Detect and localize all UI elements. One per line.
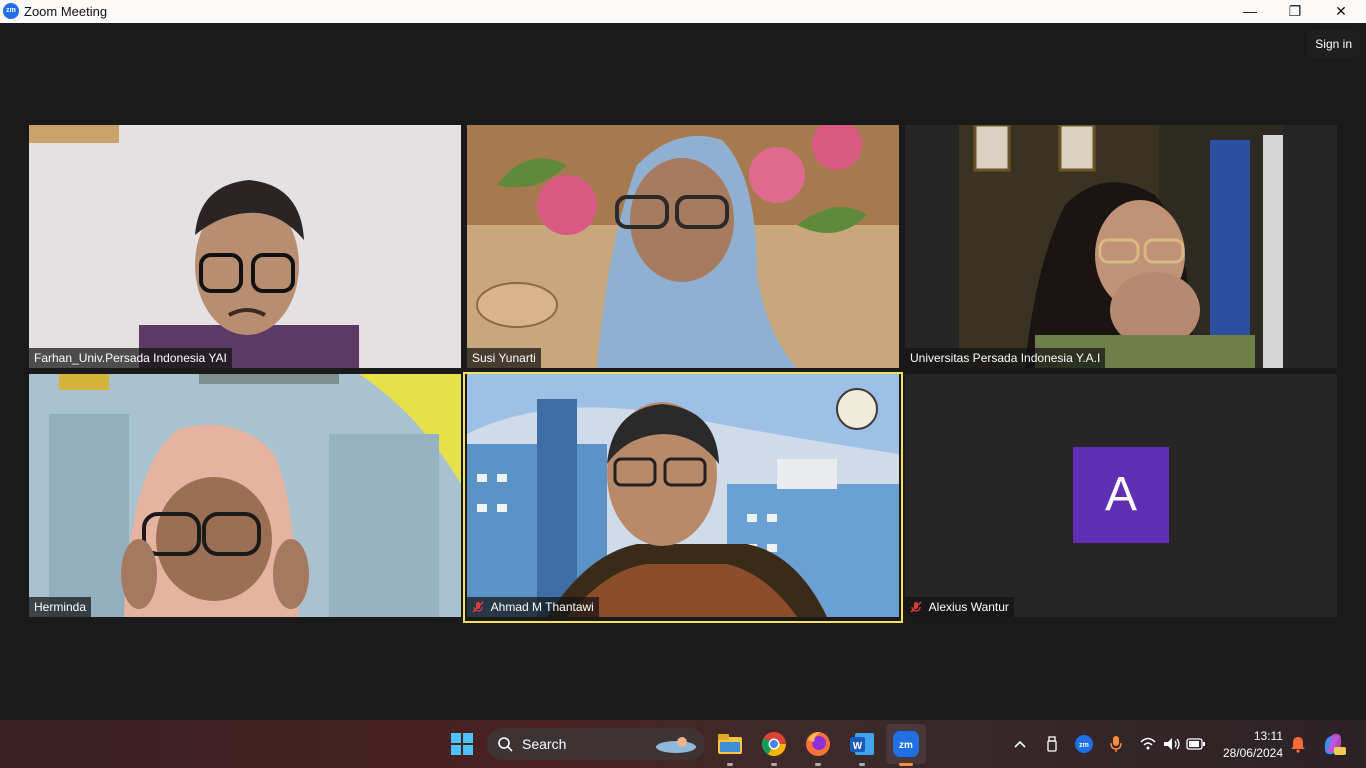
zoom-app-icon: zm — [3, 3, 19, 19]
maximize-button[interactable]: ❐ — [1272, 0, 1318, 23]
participant-name-tag: Ahmad M Thantawi — [467, 597, 599, 617]
sign-in-button[interactable]: Sign in — [1307, 31, 1360, 57]
participant-name: Universitas Persada Indonesia Y.A.I — [905, 348, 1106, 368]
explorer-running-indicator — [727, 763, 733, 766]
participant-name: Alexius Wantur — [928, 600, 1009, 614]
zoom-tray-icon[interactable]: zm — [1074, 734, 1094, 754]
battery-icon[interactable] — [1186, 737, 1206, 751]
meeting-area: Sign in Farhan_Univ.Persada Indonesia YA… — [0, 23, 1366, 720]
wifi-icon[interactable] — [1139, 735, 1157, 753]
usb-device-icon[interactable] — [1044, 735, 1060, 753]
clock-time[interactable]: 13:11 — [1216, 729, 1283, 743]
video-tile-herminda[interactable]: Herminda — [29, 374, 461, 617]
svg-text:zm: zm — [1079, 742, 1089, 749]
window-title: Zoom Meeting — [24, 4, 108, 19]
muted-mic-icon — [472, 601, 484, 613]
participant-video — [905, 125, 1337, 368]
word-icon[interactable]: W — [846, 728, 878, 760]
video-tile-susi[interactable]: Susi Yunarti — [467, 125, 899, 368]
participant-avatar: A — [1073, 447, 1169, 543]
participant-name-tag: Alexius Wantur — [905, 597, 1014, 617]
participant-video — [467, 125, 899, 368]
search-label: Search — [522, 736, 567, 752]
video-tile-ahmad[interactable]: Ahmad M Thantawi — [467, 374, 899, 617]
video-tile-farhan[interactable]: Farhan_Univ.Persada Indonesia YAI — [29, 125, 461, 368]
copilot-icon[interactable] — [1320, 731, 1346, 757]
microphone-icon[interactable] — [1108, 734, 1124, 754]
participant-video — [29, 125, 461, 368]
firefox-icon[interactable] — [802, 728, 834, 760]
svg-text:W: W — [853, 741, 863, 752]
search-highlight-illustration-icon — [656, 737, 696, 753]
svg-text:zm: zm — [899, 740, 913, 751]
clock-date[interactable]: 28/06/2024 — [1216, 746, 1283, 760]
participant-name: Farhan_Univ.Persada Indonesia YAI — [29, 348, 232, 368]
zoom-running-indicator — [899, 763, 913, 766]
word-running-indicator — [859, 763, 865, 766]
taskbar: Search W zm zm 13:11 28/06/2024 — [0, 720, 1366, 768]
participant-name: Ahmad M Thantawi — [490, 600, 594, 614]
video-tile-alexius[interactable]: A Alexius Wantur — [905, 374, 1337, 617]
taskbar-search-box[interactable]: Search — [487, 728, 705, 760]
notification-bell-icon[interactable] — [1290, 735, 1306, 753]
participant-name: Susi Yunarti — [467, 348, 541, 368]
chrome-icon[interactable] — [758, 728, 790, 760]
firefox-running-indicator — [815, 763, 821, 766]
participant-name: Herminda — [29, 597, 92, 617]
minimize-button[interactable]: — — [1227, 0, 1273, 23]
file-explorer-icon[interactable] — [714, 728, 746, 760]
search-icon — [498, 737, 513, 752]
windows-start-icon[interactable] — [446, 728, 478, 760]
close-button[interactable]: ✕ — [1318, 0, 1364, 23]
title-bar: zm Zoom Meeting — ❐ ✕ — [0, 0, 1366, 23]
zoom-taskbar-icon[interactable]: zm — [890, 728, 922, 760]
muted-mic-icon — [910, 601, 922, 613]
chrome-running-indicator — [771, 763, 777, 766]
chevron-up-icon[interactable] — [1012, 736, 1028, 752]
volume-icon[interactable] — [1162, 735, 1182, 753]
video-tile-universitas[interactable]: Universitas Persada Indonesia Y.A.I — [905, 125, 1337, 368]
participant-video — [29, 374, 461, 617]
participant-video — [467, 374, 899, 617]
